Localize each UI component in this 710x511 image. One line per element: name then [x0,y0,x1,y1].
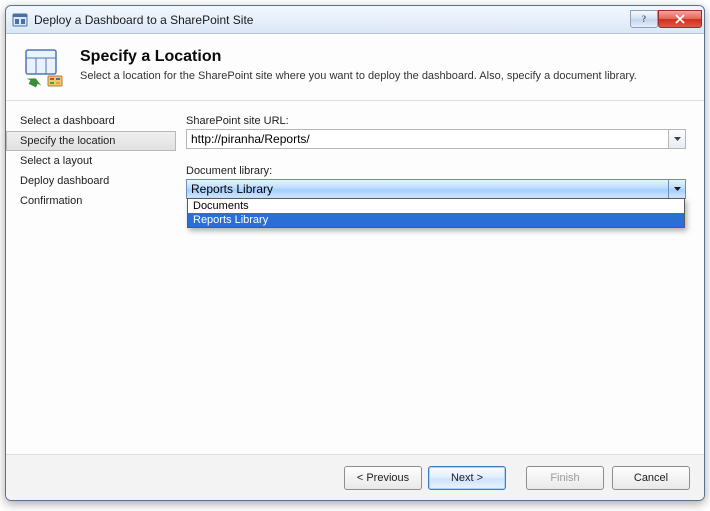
help-button[interactable]: ? [630,10,658,28]
wizard-header: Specify a Location Select a location for… [6,34,704,101]
document-library-value: Reports Library [191,182,273,196]
window-controls: ? [630,11,702,28]
close-button[interactable] [658,10,702,28]
step-deploy-dashboard[interactable]: Deploy dashboard [6,171,176,191]
url-dropdown-button[interactable] [669,129,686,149]
svg-text:?: ? [642,14,647,24]
wizard-body: Select a dashboard Specify the location … [6,101,704,454]
dashboard-deploy-icon [24,48,64,88]
window-title: Deploy a Dashboard to a SharePoint Site [34,13,630,27]
page-subtitle: Select a location for the SharePoint sit… [80,70,637,82]
help-icon: ? [639,14,649,24]
chevron-down-icon [674,137,681,141]
step-specify-location[interactable]: Specify the location [6,131,176,151]
next-button[interactable]: Next > [428,466,506,490]
library-option-reports-library[interactable]: Reports Library [188,213,684,227]
previous-button[interactable]: < Previous [344,466,422,490]
library-label: Document library: [186,165,686,177]
url-label: SharePoint site URL: [186,115,686,127]
sharepoint-url-input[interactable] [186,129,669,149]
titlebar: Deploy a Dashboard to a SharePoint Site … [6,6,704,34]
step-list: Select a dashboard Specify the location … [6,101,176,454]
library-option-documents[interactable]: Documents [188,199,684,213]
finish-button: Finish [526,466,604,490]
url-row [186,129,686,149]
wizard-window: Deploy a Dashboard to a SharePoint Site … [5,5,705,501]
step-select-layout[interactable]: Select a layout [6,151,176,171]
combo-dropdown-button[interactable] [668,180,685,198]
wizard-footer: < Previous Next > Finish Cancel [6,454,704,500]
library-dropdown-list: Documents Reports Library [187,198,685,228]
nav-button-group: < Previous Next > [344,466,506,490]
app-icon [12,12,28,28]
document-library-combo[interactable]: Reports Library Documents Reports Librar… [186,179,686,199]
form-panel: SharePoint site URL: Document library: R… [176,101,704,454]
step-confirmation[interactable]: Confirmation [6,191,176,211]
close-icon [674,14,686,24]
page-title: Specify a Location [80,48,637,66]
header-text: Specify a Location Select a location for… [80,48,637,82]
chevron-down-icon [674,187,681,191]
step-select-dashboard[interactable]: Select a dashboard [6,111,176,131]
cancel-button[interactable]: Cancel [612,466,690,490]
